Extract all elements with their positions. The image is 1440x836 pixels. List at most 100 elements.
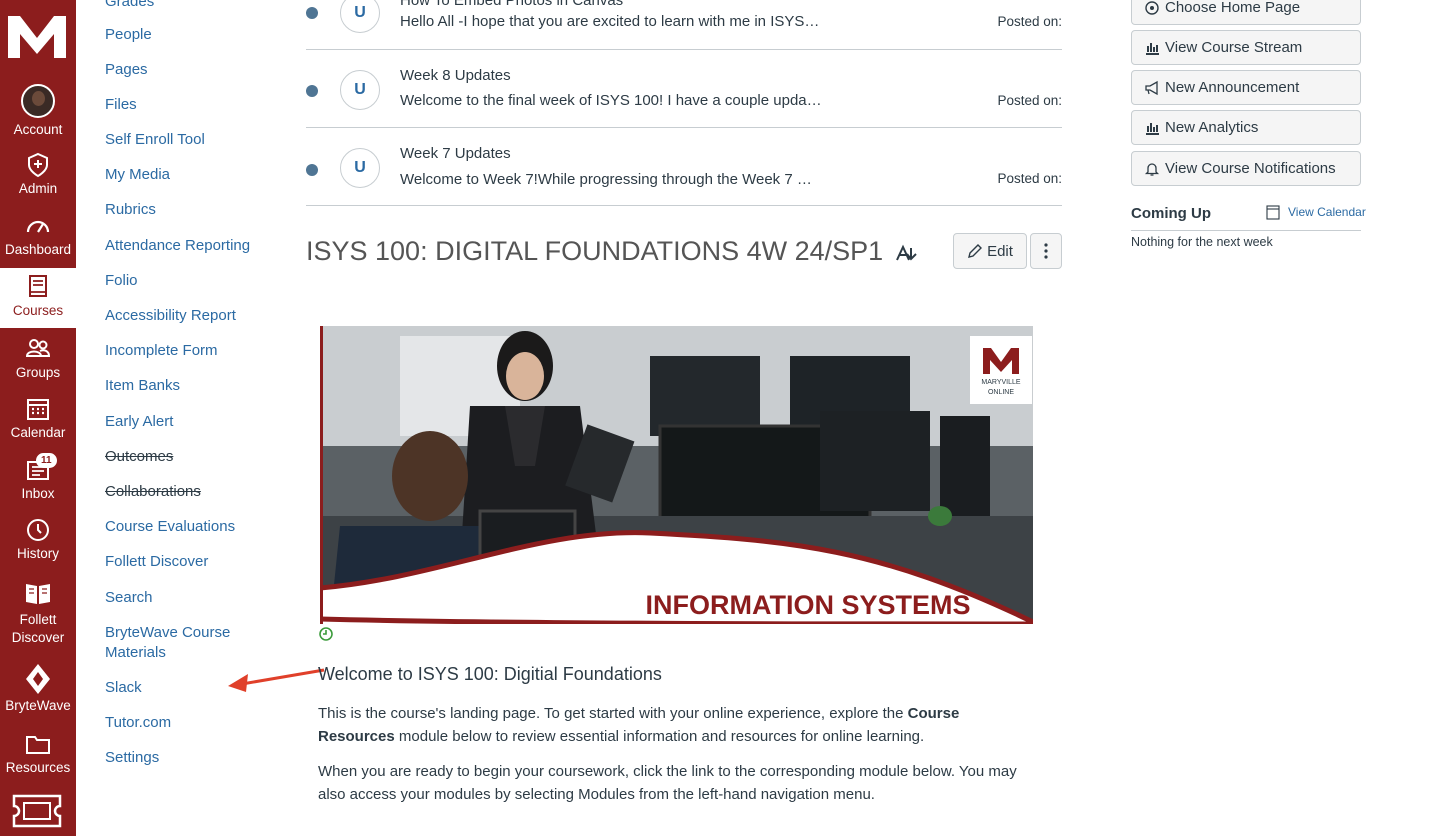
unread-dot bbox=[306, 164, 318, 176]
announcement-posted: Posted on: bbox=[997, 171, 1062, 186]
announcement-row[interactable]: U Week 7 Updates Welcome to Week 7!While… bbox=[306, 128, 1062, 206]
global-nav-label: BryteWave bbox=[5, 698, 71, 713]
bell-icon bbox=[1144, 162, 1160, 176]
calendar-icon bbox=[27, 399, 49, 420]
course-nav-outcomes[interactable]: Outcomes bbox=[105, 447, 173, 467]
announcement-row[interactable]: U How To Embed Photos in Canvas Hello Al… bbox=[306, 0, 1062, 50]
announcement-title[interactable]: How To Embed Photos in Canvas bbox=[400, 0, 623, 9]
edit-button-label: Edit bbox=[987, 242, 1013, 260]
course-nav-self-enroll-tool[interactable]: Self Enroll Tool bbox=[105, 130, 205, 150]
shield-icon bbox=[28, 152, 48, 178]
global-nav-courses[interactable]: Courses bbox=[0, 268, 76, 328]
brytewave-icon bbox=[26, 664, 50, 694]
announcement-avatar: U bbox=[340, 148, 380, 188]
new-announcement-button[interactable]: New Announcement bbox=[1131, 70, 1361, 105]
global-nav-label: Admin bbox=[18, 181, 58, 196]
course-nav-follett-discover[interactable]: Follett Discover bbox=[105, 552, 208, 572]
global-nav-admin[interactable]: Admin bbox=[0, 152, 76, 196]
modules-paragraph: When you are ready to begin your coursew… bbox=[318, 763, 1017, 803]
unread-dot bbox=[306, 7, 318, 19]
coming-up-empty-text: Nothing for the next week bbox=[1131, 235, 1273, 249]
edit-button[interactable]: Edit bbox=[953, 233, 1027, 269]
global-nav-calendar[interactable]: Calendar bbox=[0, 396, 76, 440]
course-nav-grades[interactable]: Grades bbox=[105, 0, 154, 12]
course-nav: Grades People Pages Files Self Enroll To… bbox=[76, 0, 325, 836]
announcement-row[interactable]: U Week 8 Updates Welcome to the final we… bbox=[306, 50, 1062, 128]
account-avatar bbox=[21, 84, 55, 118]
announcement-message: Hello All -I hope that you are excited t… bbox=[400, 13, 820, 30]
button-label: View Course Notifications bbox=[1165, 160, 1336, 177]
global-nav-history[interactable]: History bbox=[0, 517, 76, 561]
status-icon bbox=[319, 627, 333, 641]
course-nav-folio[interactable]: Folio bbox=[105, 271, 138, 291]
global-nav-label: Groups bbox=[15, 365, 61, 380]
course-nav-attendance-reporting[interactable]: Attendance Reporting bbox=[105, 236, 250, 256]
course-nav-rubrics[interactable]: Rubrics bbox=[105, 200, 156, 220]
clock-icon bbox=[27, 519, 49, 541]
announcement-title[interactable]: Week 7 Updates bbox=[400, 145, 511, 162]
global-nav-label: Follett Discover bbox=[11, 612, 65, 645]
more-options-button[interactable] bbox=[1030, 233, 1062, 269]
global-nav-label: Resources bbox=[5, 760, 71, 775]
intro-text-start: This is the course's landing page. To ge… bbox=[318, 705, 908, 722]
view-course-notifications-button[interactable]: View Course Notifications bbox=[1131, 151, 1361, 186]
button-label: Choose Home Page bbox=[1165, 0, 1301, 16]
global-nav-label: History bbox=[16, 546, 59, 561]
global-nav: Account Admin Dashboard Courses Groups C… bbox=[0, 0, 76, 836]
announcement-title[interactable]: Week 8 Updates bbox=[400, 67, 511, 84]
global-nav-resources[interactable]: Resources bbox=[0, 731, 76, 775]
course-banner-image: MARYVILLE ONLINE INFORMATION SYSTEMS bbox=[320, 326, 1033, 624]
course-nav-incomplete-form[interactable]: Incomplete Form bbox=[105, 341, 218, 361]
coming-up-heading: Coming Up bbox=[1131, 205, 1211, 222]
announcement-avatar: U bbox=[340, 70, 380, 110]
button-label: View Course Stream bbox=[1165, 39, 1303, 56]
view-calendar-link[interactable]: View Calendar bbox=[1266, 204, 1366, 220]
maryville-logo[interactable] bbox=[6, 12, 68, 60]
course-nav-search[interactable]: Search bbox=[105, 588, 153, 608]
course-nav-tutor[interactable]: Tutor.com bbox=[105, 713, 171, 733]
announcement-posted: Posted on: bbox=[997, 14, 1062, 29]
global-nav-dashboard[interactable]: Dashboard bbox=[0, 213, 76, 257]
course-nav-early-alert[interactable]: Early Alert bbox=[105, 412, 173, 432]
course-nav-item-banks[interactable]: Item Banks bbox=[105, 376, 180, 396]
kebab-icon bbox=[1044, 243, 1048, 259]
course-nav-files[interactable]: Files bbox=[105, 95, 137, 115]
global-nav-brytewave[interactable]: BryteWave bbox=[0, 663, 76, 713]
course-nav-settings[interactable]: Settings bbox=[105, 748, 159, 768]
banner-logo-line2: ONLINE bbox=[988, 389, 1014, 396]
choose-home-page-button[interactable]: Choose Home Page bbox=[1131, 0, 1361, 25]
global-nav-label: Calendar bbox=[10, 425, 66, 440]
course-nav-people[interactable]: People bbox=[105, 25, 152, 45]
announcement-posted: Posted on: bbox=[997, 93, 1062, 108]
intro-text-end: module below to review essential informa… bbox=[394, 728, 925, 745]
folder-icon bbox=[26, 736, 50, 754]
banner-heading: INFORMATION SYSTEMS bbox=[645, 590, 970, 620]
course-nav-brytewave-course-materials[interactable]: BryteWave Course Materials bbox=[105, 623, 255, 663]
course-nav-my-media[interactable]: My Media bbox=[105, 165, 170, 185]
ticket-icon[interactable] bbox=[12, 794, 62, 828]
global-nav-account[interactable]: Account bbox=[0, 84, 76, 137]
inbox-badge: 11 bbox=[36, 453, 57, 468]
announcement-message: Welcome to Week 7!While progressing thro… bbox=[400, 171, 812, 188]
welcome-heading: Welcome to ISYS 100: Digitial Foundation… bbox=[318, 664, 662, 684]
course-nav-course-evaluations[interactable]: Course Evaluations bbox=[105, 517, 235, 537]
course-nav-accessibility-report[interactable]: Accessibility Report bbox=[105, 306, 236, 326]
global-nav-follett-discover[interactable]: Follett Discover bbox=[0, 578, 76, 647]
megaphone-icon bbox=[1145, 80, 1158, 95]
new-analytics-button[interactable]: New Analytics bbox=[1131, 110, 1361, 145]
course-nav-pages[interactable]: Pages bbox=[105, 60, 148, 80]
view-course-stream-button[interactable]: View Course Stream bbox=[1131, 30, 1361, 65]
banner-logo-line1: MARYVILLE bbox=[981, 379, 1020, 386]
global-nav-inbox[interactable]: 11 Inbox bbox=[0, 453, 76, 501]
dashboard-icon bbox=[26, 220, 50, 233]
target-icon bbox=[1145, 0, 1159, 15]
calendar-small-icon bbox=[1266, 205, 1280, 220]
course-nav-collaborations[interactable]: Collaborations bbox=[105, 482, 201, 502]
global-nav-groups[interactable]: Groups bbox=[0, 336, 76, 380]
stats-icon bbox=[1146, 42, 1159, 55]
annotation-arrow bbox=[228, 668, 325, 692]
announcement-message: Welcome to the final week of ISYS 100! I… bbox=[400, 92, 822, 109]
course-nav-slack[interactable]: Slack bbox=[105, 678, 142, 698]
global-nav-label: Courses bbox=[12, 303, 64, 318]
immersive-reader-icon[interactable] bbox=[896, 244, 918, 262]
